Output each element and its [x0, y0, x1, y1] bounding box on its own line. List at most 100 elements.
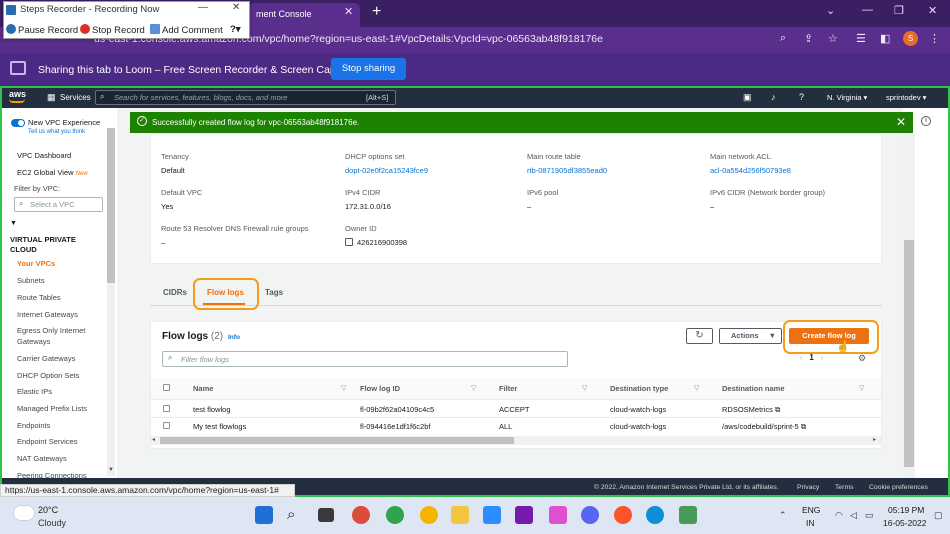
privacy-link[interactable]: Privacy [797, 484, 819, 491]
region-selector[interactable]: N. Virginia ▾ [827, 93, 867, 102]
actions-dropdown[interactable]: Actions ▼ [719, 328, 782, 344]
tab-cidrs[interactable]: CIDRs [163, 288, 187, 297]
tab-tags[interactable]: Tags [265, 288, 283, 297]
chrome-profile-icon[interactable] [420, 506, 438, 524]
feedback-link[interactable]: Tell us what you think [28, 129, 85, 135]
next-page-icon[interactable]: › [820, 353, 823, 362]
minimize-button[interactable]: — [862, 4, 873, 16]
sidebar-item-elastic-ips[interactable]: Elastic IPs [17, 387, 52, 396]
select-all-checkbox[interactable] [163, 384, 170, 391]
row-checkbox[interactable] [163, 405, 170, 412]
tab-close-icon[interactable]: ✕ [344, 5, 353, 18]
search-icon[interactable]: ⌕ [780, 32, 786, 45]
sidebar-item-carrier-gateways[interactable]: Carrier Gateways [17, 354, 75, 363]
sidebar-item-endpoints[interactable]: Endpoints [17, 421, 50, 430]
cookie-preferences-link[interactable]: Cookie preferences [869, 484, 928, 491]
account-menu[interactable]: sprintodev ▾ [886, 93, 926, 102]
sidebar-item-egress-only[interactable]: Egress Only Internet [17, 326, 85, 335]
sidebar-scroll-thumb[interactable] [107, 128, 115, 283]
window-close-button[interactable]: ✕ [928, 4, 937, 17]
new-tab-button[interactable]: + [372, 3, 381, 21]
scroll-left-icon[interactable]: ◂ [152, 436, 155, 443]
onenote-icon[interactable] [515, 506, 533, 524]
clock-date[interactable]: 16-05-2022 [883, 518, 926, 528]
pagination[interactable]: ‹ 1 › [800, 353, 823, 362]
caret-down-icon[interactable]: ▼ [10, 220, 17, 227]
column-destination-type[interactable]: Destination type [610, 384, 668, 393]
destination-link[interactable]: /aws/codebuild/sprint-5 ⧉ [722, 422, 806, 432]
windows-icon[interactable] [255, 506, 273, 524]
share-icon[interactable]: ⇪ [804, 32, 813, 45]
sidebar-item-vpc-dashboard[interactable]: VPC Dashboard [17, 151, 71, 160]
horizontal-scroll-thumb[interactable] [160, 437, 514, 444]
info-icon[interactable]: i [921, 116, 931, 126]
destination-link[interactable]: RDSOSMetrics ⧉ [722, 405, 780, 415]
dhcp-link[interactable]: dopt-02e0f2ca15243fce9 [345, 166, 428, 175]
battery-icon[interactable]: ▭ [865, 510, 874, 521]
steps-close-icon[interactable]: ✕ [232, 2, 240, 13]
notifications-bell-icon[interactable]: ♪ [771, 92, 776, 102]
maximize-button[interactable]: ❐ [894, 4, 904, 17]
close-icon[interactable]: ✕ [896, 115, 906, 129]
sidebar-item-ec2-global-view[interactable]: EC2 Global View New [17, 168, 88, 177]
main-scroll-thumb[interactable] [904, 240, 914, 467]
add-comment-button[interactable]: Add Comment [150, 24, 223, 36]
sidebar-item-endpoint-services[interactable]: Endpoint Services [17, 437, 77, 446]
sort-icon[interactable]: ▽ [582, 384, 587, 392]
edge-icon[interactable] [646, 506, 664, 524]
sidebar-item-route-tables[interactable]: Route Tables [17, 293, 61, 302]
temperature[interactable]: 20°C [38, 505, 58, 515]
stop-sharing-button[interactable]: Stop sharing [331, 58, 406, 80]
main-route-link[interactable]: rtb-0871905df3855ead0 [527, 166, 607, 175]
copy-icon[interactable] [345, 238, 353, 246]
brave-icon[interactable] [614, 506, 632, 524]
services-menu[interactable]: Services [60, 93, 91, 102]
wifi-icon[interactable]: ◠ [835, 510, 843, 521]
power-automate-icon[interactable] [549, 506, 567, 524]
aws-logo[interactable]: aws [9, 89, 26, 99]
zoom-icon[interactable] [483, 506, 501, 524]
snip-icon[interactable] [679, 506, 697, 524]
tab-search-icon[interactable]: ⌄ [826, 4, 835, 17]
column-name[interactable]: Name [193, 384, 213, 393]
sidebar-item-nat-gateways[interactable]: NAT Gateways [17, 454, 67, 463]
file-explorer-icon[interactable] [451, 506, 469, 524]
sidebar-item-managed-prefix-lists[interactable]: Managed Prefix Lists [17, 404, 87, 413]
profile-avatar[interactable]: S [903, 31, 918, 46]
cloud-icon[interactable] [14, 506, 34, 520]
clock-time[interactable]: 05:19 PM [888, 505, 924, 515]
chrome-icon[interactable] [352, 506, 370, 524]
sidebar-item-subnets[interactable]: Subnets [17, 276, 45, 285]
sidebar-item-peering-connections[interactable]: Peering Connections [17, 471, 87, 478]
prev-page-icon[interactable]: ‹ [800, 353, 803, 362]
scroll-right-icon[interactable]: ▸ [873, 436, 876, 443]
sort-icon[interactable]: ▽ [694, 384, 699, 392]
refresh-button[interactable]: ↻ [686, 328, 713, 344]
column-flow-log-id[interactable]: Flow log ID [360, 384, 400, 393]
sort-icon[interactable]: ▽ [341, 384, 346, 392]
search-icon[interactable]: ⌕ [287, 506, 305, 524]
bookmark-star-icon[interactable]: ☆ [828, 32, 838, 45]
gear-icon[interactable]: ⚙ [858, 353, 866, 364]
sidebar-item-egress-only-2[interactable]: Gateways [17, 337, 50, 346]
language-region[interactable]: IN [806, 518, 815, 528]
chevron-up-icon[interactable]: ⌃ [779, 510, 787, 521]
task-view-icon[interactable] [318, 508, 334, 522]
terms-link[interactable]: Terms [835, 484, 854, 491]
chrome-alt-icon[interactable] [386, 506, 404, 524]
sort-icon[interactable]: ▽ [859, 384, 864, 392]
help-icon[interactable]: ?▾ [230, 24, 241, 35]
notification-icon[interactable]: ▢ [934, 510, 943, 521]
discord-icon[interactable] [581, 506, 599, 524]
sidebar-item-internet-gateways[interactable]: Internet Gateways [17, 310, 78, 319]
sidebar-section-vpc[interactable]: VIRTUAL PRIVATE CLOUD [10, 235, 76, 255]
help-circle-icon[interactable]: ? [799, 92, 804, 102]
row-checkbox[interactable] [163, 422, 170, 429]
current-page[interactable]: 1 [809, 353, 813, 362]
cloudshell-icon[interactable]: ▣ [743, 92, 752, 103]
stop-record-button[interactable]: Stop Record [80, 24, 145, 36]
sort-icon[interactable]: ▽ [471, 384, 476, 392]
browser-menu-icon[interactable]: ⋮ [929, 32, 940, 45]
side-panel-icon[interactable]: ◧ [880, 32, 890, 45]
sidebar-item-dhcp-option-sets[interactable]: DHCP Option Sets [17, 371, 79, 380]
